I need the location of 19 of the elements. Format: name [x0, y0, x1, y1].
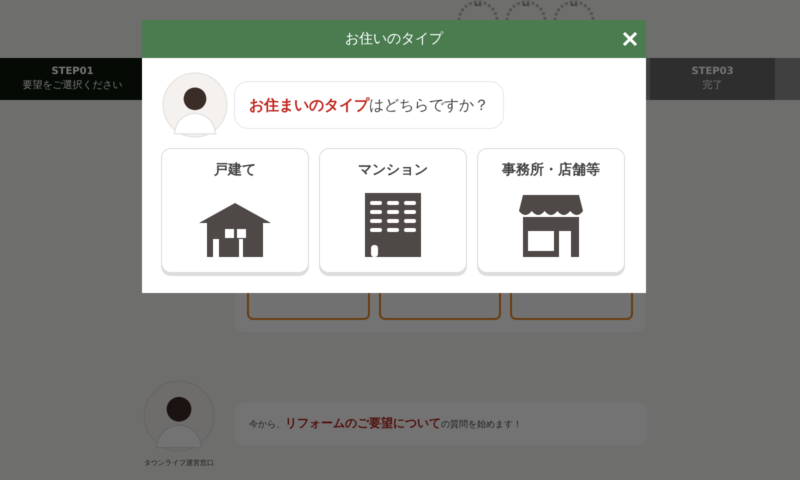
step-caption: 要望をご選択ください — [22, 79, 122, 93]
award-badge-icon — [505, 0, 547, 22]
close-icon[interactable] — [622, 31, 638, 47]
step-caption: 完了 — [702, 79, 722, 93]
option-card[interactable]: 事務所・店舗等 — [477, 148, 625, 273]
award-badge-icon — [553, 0, 595, 22]
question-bubble: お住まいのタイプはどちらですか？ — [234, 81, 504, 129]
operator-avatar — [162, 72, 228, 138]
operator-avatar — [143, 380, 215, 452]
house-icon — [199, 203, 271, 257]
step-number: STEP03 — [691, 65, 734, 79]
modal-title: お住いのタイプ — [345, 30, 443, 48]
award-badge-icon — [457, 0, 499, 22]
store-icon — [519, 195, 583, 257]
option-card[interactable]: マンション — [319, 148, 467, 273]
step-number: STEP01 — [51, 65, 94, 79]
chat-message: 今から、リフォームのご要望についての質問を始めます！ — [235, 402, 647, 445]
building-icon — [365, 193, 421, 257]
option-card[interactable]: 戸建て — [161, 148, 309, 273]
